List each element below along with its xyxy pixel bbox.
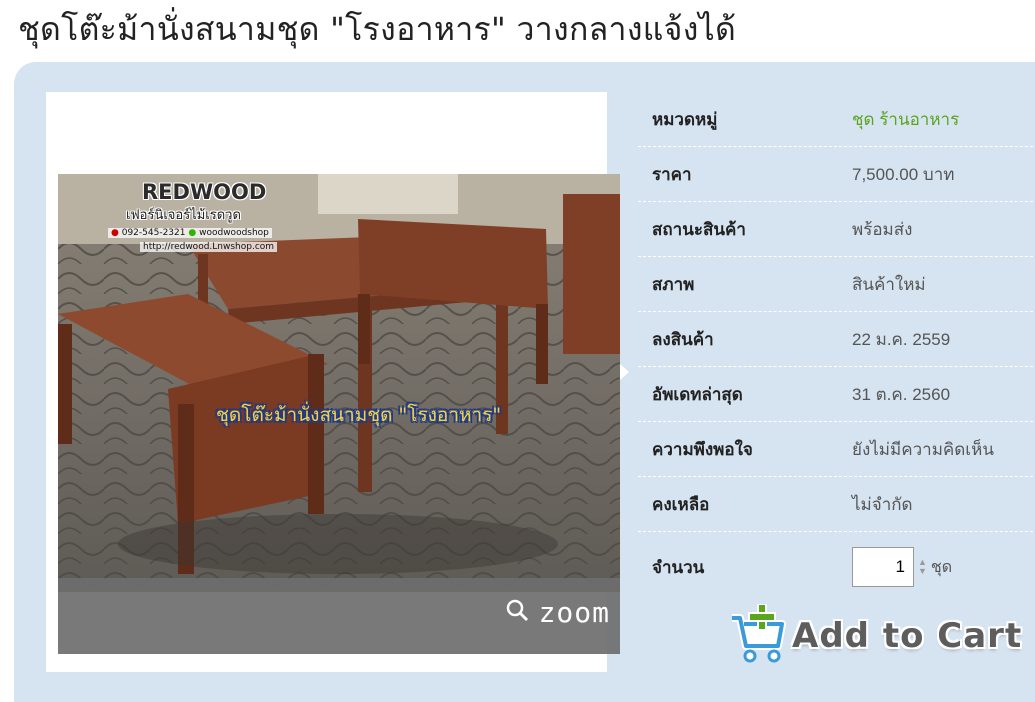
detail-label: ลงสินค้า — [652, 329, 714, 349]
stock-value: ไม่จำกัด — [852, 494, 913, 514]
logo-brand: REDWOOD — [142, 180, 267, 204]
detail-row-updated: อัพเดทล่าสุด 31 ต.ค. 2560 — [638, 367, 1035, 422]
quantity-unit: ชุด — [930, 558, 953, 576]
cart-plus-icon — [728, 603, 786, 668]
quantity-stepper[interactable]: ▲ ▼ — [918, 558, 927, 576]
listed-date-value: 22 ม.ค. 2559 — [852, 329, 951, 349]
updated-date-value: 31 ต.ค. 2560 — [852, 384, 951, 404]
photo-caption: ชุดโต๊ะม้านั่งสนามชุด "โรงอาหาร" — [216, 404, 502, 426]
detail-row-condition: สภาพ สินค้าใหม่ — [638, 257, 1035, 312]
detail-row-category: หมวดหมู่ ชุด ร้านอาหาร — [638, 92, 1035, 147]
add-to-cart-button[interactable]: Add to Cart — [728, 603, 1028, 668]
line-icon: ● — [188, 228, 197, 238]
detail-row-price: ราคา 7,500.00 บาท — [638, 147, 1035, 202]
rating-value: ยังไม่มีความคิดเห็น — [852, 439, 994, 459]
detail-row-quantity: จำนวน ▲ ▼ ชุด — [638, 532, 1035, 602]
page-title: ชุดโต๊ะม้านั่งสนามชุด "โรงอาหาร" วางกลาง… — [18, 10, 737, 48]
logo-url: http://redwood.Lnwshop.com — [140, 242, 278, 252]
logo-contact: ● 092-545-2321 ● woodwoodshop — [108, 228, 272, 238]
phone-icon: ● — [111, 228, 119, 238]
detail-label: หมวดหมู่ — [652, 109, 718, 129]
detail-row-status: สถานะสินค้า พร้อมส่ง — [638, 202, 1035, 257]
shop-logo: REDWOOD เฟอร์นิเจอร์ไม้เรดวูด ● 092-545-… — [80, 178, 290, 260]
logo-line-id: woodwoodshop — [199, 228, 269, 238]
detail-label: สถานะสินค้า — [652, 219, 746, 239]
detail-label: ความพึงพอใจ — [652, 439, 753, 459]
product-details: หมวดหมู่ ชุด ร้านอาหาร ราคา 7,500.00 บาท… — [638, 92, 1035, 602]
magnifier-icon — [505, 596, 529, 629]
logo-subtitle: เฟอร์นิเจอร์ไม้เรดวูด — [126, 208, 241, 223]
add-to-cart-label: Add to Cart — [792, 616, 1023, 656]
logo-phone: 092-545-2321 — [121, 228, 186, 238]
detail-row-rating: ความพึงพอใจ ยังไม่มีความคิดเห็น — [638, 422, 1035, 477]
detail-label: ราคา — [652, 164, 692, 184]
status-value: พร้อมส่ง — [852, 219, 913, 239]
condition-value: สินค้าใหม่ — [852, 274, 926, 294]
chevron-down-icon[interactable]: ▼ — [918, 567, 927, 576]
quantity-label: จำนวน — [652, 557, 705, 577]
quantity-control: ▲ ▼ ชุด — [852, 547, 952, 587]
product-photo[interactable]: REDWOOD เฟอร์นิเจอร์ไม้เรดวูด ● 092-545-… — [58, 174, 620, 592]
zoom-label: zoom — [538, 596, 610, 629]
detail-row-stock: คงเหลือ ไม่จำกัด — [638, 477, 1035, 532]
detail-label: อัพเดทล่าสุด — [652, 384, 743, 404]
zoom-button[interactable]: zoom — [505, 596, 610, 629]
zoom-bar[interactable]: zoom — [58, 578, 620, 654]
detail-label: สภาพ — [652, 274, 695, 294]
detail-row-listed: ลงสินค้า 22 ม.ค. 2559 — [638, 312, 1035, 367]
price-value: 7,500.00 บาท — [852, 164, 955, 184]
detail-label: คงเหลือ — [652, 494, 710, 514]
quantity-input[interactable] — [852, 547, 914, 587]
category-link[interactable]: ชุด ร้านอาหาร — [852, 106, 959, 133]
